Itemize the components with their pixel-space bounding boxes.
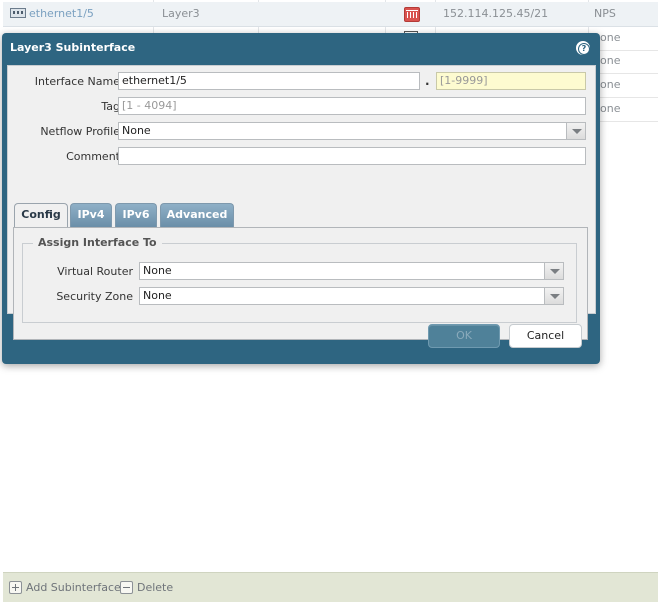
- subinterface-id-input[interactable]: [1-9999]: [436, 72, 586, 90]
- netflow-profile-label: Netflow Profile: [40, 125, 120, 138]
- table-action-bar: Add Subinterface Delete: [3, 572, 658, 602]
- tab-ipv6[interactable]: IPv6: [115, 203, 157, 227]
- security-zone-label: Security Zone: [56, 290, 133, 303]
- help-icon[interactable]: ?: [576, 41, 590, 55]
- zone-cell: one: [600, 102, 621, 115]
- zone-cell: one: [600, 54, 621, 67]
- plus-icon: [9, 580, 22, 594]
- ip-address-cell: 152.114.125.45/21: [443, 7, 549, 20]
- add-subinterface-button[interactable]: Add Subinterface: [9, 580, 121, 596]
- assign-interface-fieldset: Assign Interface To Virtual Router None …: [22, 236, 577, 323]
- interface-name-cell[interactable]: ethernet1/5: [10, 2, 94, 26]
- layer3-subinterface-dialog: Layer3 Subinterface ? Interface Name eth…: [2, 33, 600, 364]
- virtual-router-label: Virtual Router: [57, 265, 133, 278]
- table-row[interactable]: ethernet1/5 Layer3 152.114.125.45/21 NPS: [3, 2, 658, 27]
- chevron-down-icon[interactable]: [544, 288, 563, 304]
- zone-cell: one: [600, 31, 621, 44]
- zone-cell: one: [600, 78, 621, 91]
- zone-cell: NPS: [594, 7, 616, 20]
- interface-name-input[interactable]: ethernet1/5: [118, 72, 420, 90]
- tag-input[interactable]: [1 - 4094]: [118, 97, 586, 115]
- security-zone-select[interactable]: None: [139, 287, 564, 305]
- comment-input[interactable]: [118, 147, 586, 165]
- config-tab-panel: Assign Interface To Virtual Router None …: [13, 227, 588, 340]
- tab-advanced[interactable]: Advanced: [160, 203, 234, 227]
- cancel-button[interactable]: Cancel: [509, 324, 582, 348]
- tab-config[interactable]: Config: [14, 203, 68, 228]
- chevron-down-icon[interactable]: [544, 263, 563, 279]
- ethernet-port-icon: [10, 8, 26, 18]
- tab-ipv4[interactable]: IPv4: [70, 203, 112, 227]
- comment-label: Comment: [66, 150, 120, 163]
- chevron-down-icon[interactable]: [566, 123, 585, 139]
- minus-icon: [120, 580, 133, 594]
- interface-separator: .: [425, 74, 430, 88]
- ok-button[interactable]: OK: [428, 324, 500, 348]
- fieldset-legend: Assign Interface To: [33, 236, 162, 249]
- virtual-router-select[interactable]: None: [139, 262, 564, 280]
- netflow-profile-select[interactable]: None: [118, 122, 586, 140]
- interface-name-label: Interface Name: [34, 75, 120, 88]
- dialog-body: Interface Name ethernet1/5 . [1-9999] Ta…: [7, 65, 596, 340]
- dialog-title: Layer3 Subinterface: [10, 41, 136, 54]
- interface-type-cell: Layer3: [162, 7, 200, 20]
- delete-icon[interactable]: [404, 7, 420, 22]
- delete-button[interactable]: Delete: [120, 580, 173, 596]
